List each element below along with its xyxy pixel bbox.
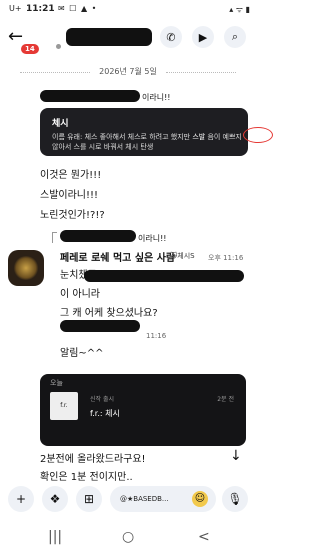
chat-header: ← 14 ✆ ▶ ⌕ (0, 20, 256, 58)
sender-name: 페레로 로쉐 먹고 싶은 사람 (60, 253, 176, 264)
other-message-4: 알림~^^ (60, 348, 104, 359)
quoted-message-card[interactable]: 체시 이름 유래: 체스 좋아해서 체스로 하려고 했지만 스발 음이 예쁘지 … (40, 108, 273, 156)
search-button[interactable]: ⌕ (224, 26, 246, 48)
system-nav-bar: ||| ○ < (0, 525, 256, 555)
message-composer: + ❖ ⊞ @★BASEDB... ☺ 🎙 (0, 486, 256, 516)
share-time: 2분 전 (217, 396, 234, 403)
clock: 11:21 (26, 4, 55, 14)
input-text: @★BASEDB... (120, 495, 169, 503)
video-call-button[interactable]: ▶ (192, 26, 214, 48)
quoted-text: 이름 유래: 체스 좋아해서 체스로 하려고 했지만 스발 음이 예쁘지 않아서… (52, 132, 242, 152)
message-after-1: 2분전에 올라왔드라구요! (40, 454, 146, 465)
status-bar: U+ 11:21 ✉ ☐ ▲ • ▴ ᯤ ▮ (0, 0, 256, 18)
home-icon[interactable]: ○ (122, 529, 134, 545)
shared-post-card[interactable]: 오늘 f.r. 신작 출시 f.r.: 체시 2분 전 (40, 374, 246, 446)
plus-icon: + (15, 492, 27, 506)
avatar[interactable] (8, 250, 44, 286)
message-1: 이것은 뭔가!!! (40, 170, 102, 181)
quoted-text-before: 이름 유래: 체스 좋아해서 체스로 하려고 했지만 (52, 133, 191, 141)
share-badge: 신작 출시 (90, 396, 114, 403)
emoji-icon[interactable]: ☺ (192, 491, 208, 507)
message-after-2: 확인은 1분 전이지만.. (40, 472, 133, 483)
message-2: 스발이라니!!! (40, 190, 99, 201)
status-dot (56, 44, 61, 49)
red-circle-highlight (243, 127, 273, 143)
other-message-3: 그 캐 어케 찾으셨나요? (60, 308, 158, 319)
video-icon: ▶ (198, 30, 208, 44)
sender-tag: 😺체시S (170, 252, 195, 260)
other-message-2: 이 아니라 (60, 289, 100, 300)
date-divider: 2026년 7월 5일 (0, 66, 256, 77)
recents-icon[interactable]: ||| (48, 529, 62, 545)
phone-icon: ✆ (166, 30, 176, 44)
reply-preview-name: 이라니!! (142, 93, 171, 102)
reply-indicator-line (52, 232, 57, 243)
emoji-grid-button[interactable]: ❖ (42, 486, 68, 512)
grid-icon: ❖ (49, 492, 61, 506)
search-icon: ⌕ (231, 30, 239, 43)
message-time: 오후 11:16 (208, 254, 244, 262)
system-icons: ▴ ᯤ ▮ (229, 5, 250, 14)
message-time-2: 11:16 (146, 332, 167, 340)
profile-image (13, 256, 39, 280)
share-title: f.r.: 체시 (90, 409, 120, 418)
gift-button[interactable]: ⊞ (76, 486, 102, 512)
share-header: 오늘 (50, 379, 63, 387)
plus-button[interactable]: + (8, 486, 34, 512)
reply-quote-text: 이라니!! (138, 234, 167, 243)
message-3: 노린것인가!?!? (40, 210, 105, 221)
share-thumbnail: f.r. (50, 392, 78, 420)
redacted-reply-quote (60, 230, 136, 242)
notification-icons: ✉ ☐ ▲ • (58, 4, 98, 13)
gift-icon: ⊞ (83, 492, 95, 506)
mic-icon: 🎙 (227, 492, 243, 506)
call-button[interactable]: ✆ (160, 26, 182, 48)
mic-button[interactable]: 🎙 (222, 486, 248, 512)
carrier: U+ (9, 4, 22, 13)
unread-badge: 14 (21, 44, 39, 54)
scroll-down-icon[interactable]: ↓ (230, 448, 242, 464)
redacted-other-message-2 (60, 320, 140, 332)
quoted-text-circled: 스발 (192, 133, 206, 141)
redacted-chat-title (66, 28, 152, 46)
thumbnail-caption: f.r. (60, 402, 68, 409)
redacted-other-message (84, 270, 244, 282)
quoted-title: 체시 (52, 119, 69, 129)
back-icon[interactable]: < (198, 529, 210, 545)
back-arrow-icon[interactable]: ← (8, 28, 23, 46)
redacted-reply-name (40, 90, 140, 102)
